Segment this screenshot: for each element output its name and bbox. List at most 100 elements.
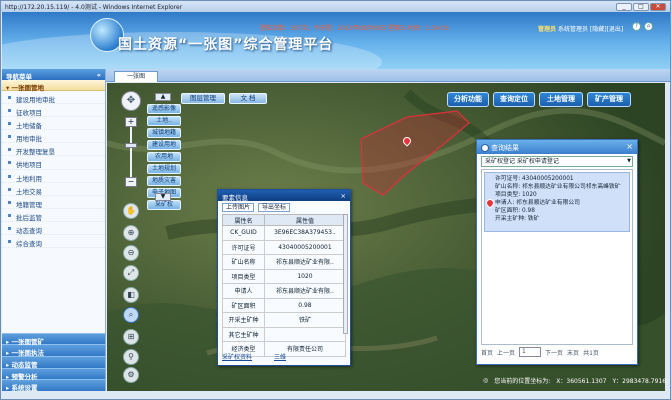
hide-link[interactable]: [隐藏] xyxy=(590,26,607,33)
measure-icon[interactable]: ⊞ xyxy=(123,329,139,345)
tab-map[interactable]: 一张图 xyxy=(114,71,158,82)
sidebar-item[interactable]: 土地交易 xyxy=(2,183,105,196)
table-row: 矿山名称 祁东县顺达矿业有限.. xyxy=(222,254,347,270)
first-page-button[interactable]: 首页 xyxy=(481,348,493,357)
upload-image-button[interactable]: 上传图片 xyxy=(222,203,255,212)
layer-button[interactable]: 农用地 xyxy=(147,152,181,162)
close-window-icon[interactable]: ✕ xyxy=(650,2,666,11)
sidebar-group[interactable]: ▸ 一张图管矿 xyxy=(2,332,105,346)
pan-control-icon[interactable]: ✥ xyxy=(121,91,141,111)
zoom-in-icon[interactable]: + xyxy=(125,117,137,127)
close-icon[interactable]: × xyxy=(626,142,633,151)
login-status: 登陆次数：307次；今天是：2013年08月09日 星期五 时间：1:34:03 xyxy=(260,25,449,32)
coord-label: 您当前的位置坐标为: xyxy=(494,377,551,385)
sidebar-item[interactable]: 综合查询 xyxy=(2,235,105,249)
page-input[interactable]: 1 xyxy=(519,347,542,357)
layer-list-down-icon[interactable]: ▼ xyxy=(155,193,171,201)
sidebar-group-open[interactable]: ▾ 一张图管地 xyxy=(2,80,105,92)
table-row: 矿区面积 0.98 xyxy=(222,297,347,313)
sidebar-item[interactable]: 征收项目 xyxy=(2,104,105,118)
sidebar-group[interactable]: ▸ 一张图执法 xyxy=(2,344,105,357)
mine-location-pin-icon[interactable] xyxy=(401,135,413,147)
layer-list-up-icon[interactable]: ▲ xyxy=(155,93,171,101)
page-total: 共1页 xyxy=(583,349,599,357)
table-cell: 祁东县顺达矿业有限.. xyxy=(263,283,347,299)
app-title: 国土资源“一张图”综合管理平台 xyxy=(118,37,334,53)
sidebar-item[interactable]: 地籍管理 xyxy=(2,196,105,209)
sidebar: 导航菜单 « ▾ 一张图管地 建设用地审批 征收项目 土地储备 用地审批 开发整理复垦供… xyxy=(2,69,106,392)
sidebar-item[interactable]: 土地利用 xyxy=(2,170,105,183)
results-list: 许可证号: 43040005200001 矿山名称: 祁东县顺达矿业有限公司祁东高… xyxy=(481,169,633,345)
table-cell xyxy=(263,326,347,342)
collapse-icon[interactable]: « xyxy=(97,71,101,79)
zoom-slider-handle[interactable] xyxy=(125,143,137,148)
next-page-button[interactable]: 下一页 xyxy=(545,348,563,357)
table-cell: 开采主矿种 xyxy=(222,312,265,328)
query-panel-header: 查询结果 × xyxy=(477,140,637,154)
table-row: 开采主矿种 铁矿 xyxy=(222,312,347,328)
layer-button[interactable]: 建设用地 xyxy=(147,140,181,150)
last-page-button[interactable]: 末页 xyxy=(567,348,579,357)
exit-link[interactable]: [退出] xyxy=(607,26,624,33)
sidebar-group[interactable]: ▸ 系统设置 xyxy=(2,379,105,392)
layer-button[interactable]: 遥感影像 xyxy=(147,104,181,114)
settings-icon[interactable]: ⚙ xyxy=(123,367,139,383)
sidebar-item[interactable]: 开发整理复垦 xyxy=(2,143,105,157)
result-item[interactable]: 许可证号: 43040005200001 矿山名称: 祁东县顺达矿业有限公司祁东高… xyxy=(484,172,630,232)
property-scrollbar[interactable] xyxy=(343,214,348,334)
location-icon: ◎ xyxy=(483,376,489,384)
sidebar-group[interactable]: ▸ 预警分析 xyxy=(2,367,105,381)
identify-icon[interactable]: ⌕ xyxy=(123,307,139,323)
sidebar-item[interactable]: 批后监管 xyxy=(2,209,105,222)
mining-docs-link[interactable]: 采矿权资料 xyxy=(222,352,252,361)
layer-button[interactable]: 城镇地籍 xyxy=(147,128,181,138)
table-row: 项目类型 1020 xyxy=(222,268,347,284)
prev-page-button[interactable]: 上一页 xyxy=(497,348,515,357)
action-button[interactable]: 土地管理 xyxy=(539,92,583,107)
user-role: 管理员 xyxy=(538,26,557,33)
3d-link[interactable]: 三维 xyxy=(274,352,286,361)
home-icon[interactable]: ⌂ xyxy=(644,22,653,31)
layer-button[interactable]: 采矿权 xyxy=(147,200,181,210)
action-button[interactable]: 矿产管理 xyxy=(587,92,631,107)
pan-hand-icon[interactable]: ✋ xyxy=(123,203,139,219)
close-icon[interactable]: × xyxy=(341,192,346,200)
layer-button[interactable]: 土地.. xyxy=(147,116,181,126)
action-button[interactable]: 查询定位 xyxy=(493,92,535,107)
sidebar-item[interactable]: 土地储备 xyxy=(2,117,105,131)
zoom-out-tool-icon[interactable]: ⊖ xyxy=(123,245,139,261)
table-cell: 许可证号 xyxy=(222,239,265,255)
sidebar-item[interactable]: 动态查询 xyxy=(2,222,105,236)
table-cell: 其它主矿种 xyxy=(222,326,265,342)
table-cell: 矿区面积 xyxy=(222,297,265,313)
layer-manage-button[interactable]: 图层管理 xyxy=(181,93,225,104)
help-icon[interactable]: ? xyxy=(632,22,641,31)
sidebar-item[interactable]: 建设用地审批 xyxy=(2,91,105,105)
browser-title: http://172.20.15.119/ - 4.0测试 - Windows … xyxy=(5,4,183,11)
table-cell: 铁矿 xyxy=(263,312,347,328)
maximize-icon[interactable]: □ xyxy=(633,2,649,11)
layer-select[interactable]: 采矿权登记 采矿权申请登记 xyxy=(481,156,633,167)
map-controls: ✥ + − ✋ ⊕ ⊖ ⤢ ◧ ⌕ ⊞ ⚲ ⚙ xyxy=(121,91,141,383)
sidebar-item[interactable]: 供地项目 xyxy=(2,156,105,170)
table-row: 申请人 祁东县顺达矿业有限.. xyxy=(222,283,347,299)
export-coords-button[interactable]: 导出坐标 xyxy=(258,203,291,212)
layer-button[interactable]: 土地规划 xyxy=(147,164,181,174)
layer-button[interactable]: 地质灾害 xyxy=(147,176,181,186)
action-button[interactable]: 分析功能 xyxy=(447,92,489,107)
full-extent-icon[interactable]: ⤢ xyxy=(123,265,139,281)
table-cell: 3E96EC38A379453.. xyxy=(263,225,347,241)
zoom-out-icon[interactable]: − xyxy=(125,177,137,187)
minimize-icon[interactable]: _ xyxy=(616,2,632,11)
result-field: 申请人: 祁东县顺达矿业有限公司 xyxy=(495,200,580,206)
column-header: 属性值 xyxy=(263,214,347,226)
sidebar-group-label: 一张图管矿 xyxy=(11,337,45,346)
sidebar-item[interactable]: 用地审批 xyxy=(2,130,105,144)
sidebar-group[interactable]: ▸ 动态监管 xyxy=(2,355,105,369)
zoom-in-tool-icon[interactable]: ⊕ xyxy=(123,225,139,241)
sidebar-title: 导航菜单 xyxy=(6,73,32,81)
doc-button[interactable]: 文 档 xyxy=(229,93,267,104)
clear-icon[interactable]: ⚲ xyxy=(123,349,139,365)
table-cell: 祁东县顺达矿业有限.. xyxy=(263,254,347,270)
select-feature-icon[interactable]: ◧ xyxy=(123,287,139,303)
